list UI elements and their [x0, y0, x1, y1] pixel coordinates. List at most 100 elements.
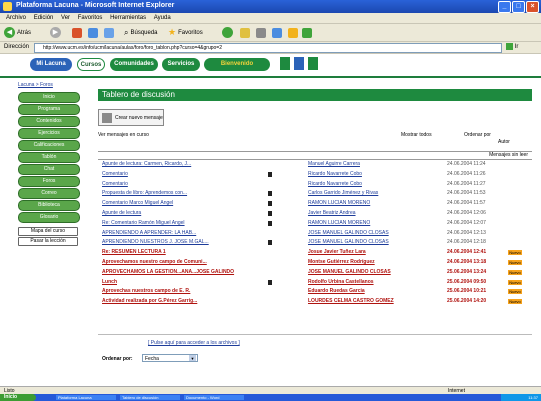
tab-cursos[interactable]: Cursos [77, 58, 105, 71]
sidebar-item-calificaciones[interactable]: Calificaciones [18, 140, 80, 151]
thread-title-link[interactable]: Aprovechamos nuestro campo de Comuni... [102, 259, 262, 266]
messenger-button[interactable] [288, 27, 298, 38]
table-row[interactable]: Actividad realizada por G.Pérez Garrig..… [98, 298, 532, 305]
thread-author-link[interactable]: Eduardo Ruedas Garcia [308, 288, 458, 295]
thread-author-link[interactable]: Ricardo Navarrete Cobo [308, 181, 458, 188]
thread-title-link[interactable]: Lunch [102, 279, 262, 286]
course-map-button[interactable]: Mapa del curso [18, 227, 78, 236]
print-button[interactable] [256, 27, 266, 38]
menu-file[interactable]: Archivo [6, 13, 26, 23]
thread-title-link[interactable]: Apunte de lectura [102, 210, 262, 217]
menu-view[interactable]: Ver [61, 13, 70, 23]
tab-mi-lacuna[interactable]: Mi Lacuna [30, 58, 72, 71]
table-row[interactable]: Re: Comentario Ramón Miguel Angel RAMÓN L… [98, 220, 532, 227]
thread-author-link[interactable]: Javier Beatriz Andrea [308, 210, 458, 217]
tab-bienvenido[interactable]: Bienvenido [204, 58, 270, 71]
task-word[interactable]: Documento - Word [184, 395, 244, 400]
menu-help[interactable]: Ayuda [154, 13, 171, 23]
forward-button[interactable]: ▶ [50, 27, 61, 38]
thread-author-link[interactable]: Manuel Aguirre Carrera [308, 161, 458, 168]
thread-title-link[interactable]: Propuesta de libro: Aprendemos con... [102, 190, 262, 197]
thread-author-link[interactable]: JOSÉ MANUEL GALINDO CLOSAS [308, 230, 458, 237]
sidebar-item-contenidos[interactable]: Contenidos [18, 116, 80, 127]
thread-title-link[interactable]: Aprovechas nuestros campo de E. R. [102, 288, 262, 295]
sidebar-item-inicio[interactable]: Inicio [18, 92, 80, 103]
table-row[interactable]: Comentario Ricardo Navarrete Cobo 24.06.20… [98, 181, 532, 188]
start-button[interactable]: Inicio [0, 394, 36, 401]
research-button[interactable] [302, 27, 312, 38]
thread-author-link[interactable]: RAMÓN LUCIAN MORENO [308, 200, 458, 207]
filter-left[interactable]: Mostrar todos [401, 132, 432, 138]
table-row[interactable]: APRENDIENDO A APRENDER: LA HAB... JOSÉ MA… [98, 230, 532, 237]
thread-author-link[interactable]: Rodolfo Urbina Castellanos [308, 279, 458, 286]
thread-title-link[interactable]: Comentario [102, 181, 262, 188]
sidebar-item-chat[interactable]: Chat [18, 164, 80, 175]
address-input[interactable]: http://www.ucm.es/info/ucm/lacuna/aulas/… [34, 43, 502, 53]
table-row[interactable]: APRENDIENDO NUESTROS J. JOSÉ M.GAL... JOS… [98, 239, 532, 246]
menu-favorites[interactable]: Favoritos [78, 13, 103, 23]
thread-author-link[interactable]: Ricardo Navarrete Cobo [308, 171, 458, 178]
table-row[interactable]: Lunch Rodolfo Urbina Castellanos 25.06.200… [98, 279, 532, 286]
order-select[interactable]: Fecha ▼ [142, 354, 198, 362]
favorites-button[interactable]: ★ Favoritos [168, 27, 203, 38]
mail-icon-nav[interactable] [294, 57, 304, 70]
thread-title-link[interactable]: Comentario Marco Miguel Angel [102, 200, 262, 207]
go-button[interactable]: Ir [506, 43, 532, 52]
thread-title-link[interactable]: APRENDIENDO A APRENDER: LA HAB... [102, 230, 262, 237]
breadcrumb[interactable]: Lacuna > Foros [18, 82, 53, 88]
search-button[interactable]: ⌕ Búsqueda [124, 27, 158, 38]
tab-servicios[interactable]: Servicios [162, 58, 200, 71]
home-button[interactable] [104, 27, 114, 38]
sidebar-item-biblioteca[interactable]: Biblioteca [18, 200, 80, 211]
thread-title-link[interactable]: APROVECHAMOS LA GESTIÓN...ANA...JOSE GAL… [102, 269, 262, 276]
edit-button[interactable] [272, 27, 282, 38]
mail-button[interactable] [240, 27, 250, 38]
table-row[interactable]: Apunte de lectura: Carmen, Ricardo, J...… [98, 161, 532, 168]
help-icon[interactable] [308, 57, 318, 70]
thread-title-link[interactable]: Re: RESUMEN LECTURA 1 [102, 249, 262, 256]
table-row[interactable]: APROVECHAMOS LA GESTIÓN...ANA...JOSE GAL… [98, 269, 532, 276]
table-row[interactable]: Re: RESUMEN LECTURA 1 Josue Javier Tuñez … [98, 249, 532, 256]
sidebar-item-foros[interactable]: Foros [18, 176, 80, 187]
task-browser[interactable]: Plataforma Lacuna [56, 395, 116, 400]
table-row[interactable]: Propuesta de libro: Aprendemos con... Car… [98, 190, 532, 197]
campus-icon[interactable] [280, 57, 290, 70]
stop-button[interactable] [72, 27, 82, 38]
new-post-button[interactable]: Crear nuevo mensaje [98, 109, 164, 126]
thread-title-link[interactable]: Actividad realizada por G.Pérez Garrig..… [102, 298, 262, 305]
table-row[interactable]: Comentario Ricardo Navarrete Cobo 24.06.20… [98, 171, 532, 178]
files-link[interactable]: [ Pulse aquí para acceder a los archivos… [148, 340, 240, 346]
maximize-button[interactable]: □ [512, 1, 525, 13]
threads-label[interactable]: Ver mensajes en curso [98, 132, 149, 138]
back-button[interactable]: ◀ Atrás [4, 27, 31, 38]
filter-right-value[interactable]: Autor [498, 139, 510, 145]
sidebar-item-tablon[interactable]: Tablón [18, 152, 80, 163]
table-row[interactable]: Comentario Marco Miguel Angel RAMÓN LUCIA… [98, 200, 532, 207]
next-lesson-button[interactable]: Pasar la lección [18, 237, 78, 246]
table-row[interactable]: Aprovechas nuestros campo de E. R. Eduard… [98, 288, 532, 295]
thread-author-link[interactable]: Carlos Garrido Jiménez y Rivas [308, 190, 458, 197]
sidebar-item-glosario[interactable]: Glosario [18, 212, 80, 223]
sidebar-item-correo[interactable]: Correo [18, 188, 80, 199]
minimize-button[interactable]: _ [498, 1, 511, 13]
sidebar-item-ejercicios[interactable]: Ejercicios [18, 128, 80, 139]
thread-title-link[interactable]: Comentario [102, 171, 262, 178]
sidebar-item-programa[interactable]: Programa [18, 104, 80, 115]
history-button[interactable] [222, 27, 233, 38]
thread-author-link[interactable]: RAMÓN LUCIAN MORENO [308, 220, 458, 227]
thread-author-link[interactable]: LOURDES CELMA CASTRO GÓMEZ [308, 298, 458, 305]
table-row[interactable]: Apunte de lectura Javier Beatriz Andrea 24… [98, 210, 532, 217]
thread-title-link[interactable]: Apunte de lectura: Carmen, Ricardo, J... [102, 161, 262, 168]
task-forum[interactable]: Tablero de discusión [120, 395, 180, 400]
thread-author-link[interactable]: JOSÉ MANUEL GALINDO CLOSAS [308, 269, 458, 276]
thread-author-link[interactable]: JOSÉ MANUEL GALINDO CLOSAS [308, 239, 458, 246]
close-button[interactable]: × [526, 1, 539, 13]
thread-author-link[interactable]: Josue Javier Tuñez Lara [308, 249, 458, 256]
refresh-button[interactable] [88, 27, 98, 38]
table-row[interactable]: Aprovechamos nuestro campo de Comuni... M… [98, 259, 532, 266]
menu-edit[interactable]: Edición [34, 13, 54, 23]
thread-title-link[interactable]: APRENDIENDO NUESTROS J. JOSÉ M.GAL... [102, 239, 262, 246]
filter-right[interactable]: Ordenar por [464, 132, 491, 138]
tab-comunidades[interactable]: Comunidades [110, 58, 158, 71]
thread-author-link[interactable]: Montse Gutiérrez Rodríguez [308, 259, 458, 266]
